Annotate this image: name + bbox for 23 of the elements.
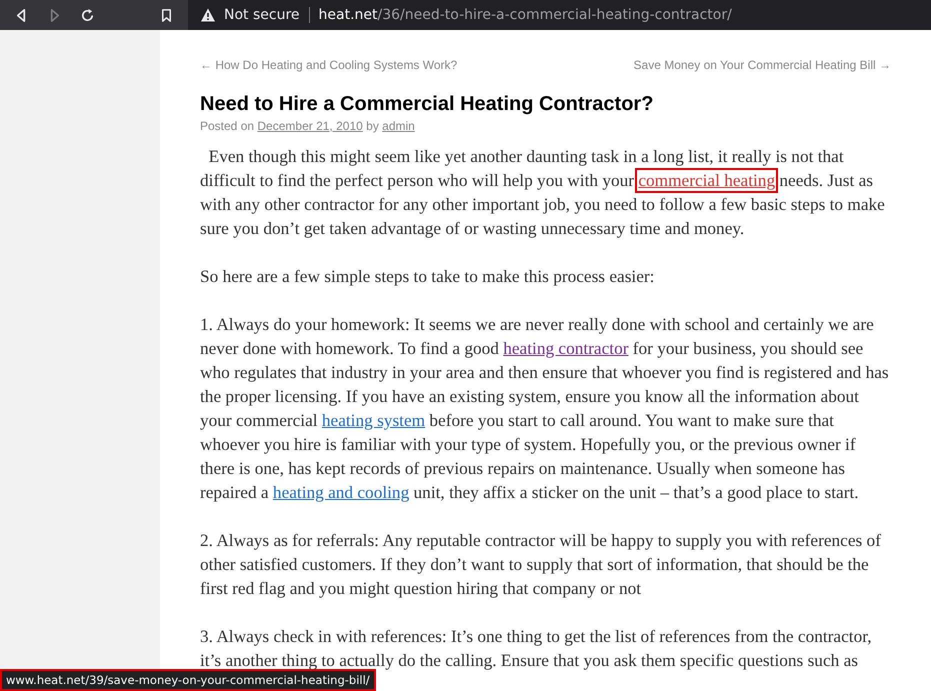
date-link[interactable]: December 21, 2010 xyxy=(257,119,363,133)
text-link[interactable]: heating contractor xyxy=(503,339,628,358)
posted-on-label: Posted on xyxy=(200,119,254,133)
warning-icon xyxy=(200,7,216,23)
by-label: by xyxy=(366,119,379,133)
bookmark-icon[interactable] xyxy=(159,8,174,22)
paragraph: So here are a few simple steps to take to make this process easier: xyxy=(200,266,656,288)
paragraph: 3. Always check in with references: It’s one thing to get the list of references from the contractor, it’s another thing to actually do the calling. Ensure that you ask them specific questions such as xyxy=(200,626,873,672)
next-post-link[interactable]: Save Money on Your Commercial Heating Bill → xyxy=(634,58,891,72)
text-link[interactable]: commercial heating xyxy=(638,171,776,190)
status-url: www.heat.net/39/save-money-on-your-commercial-heating-bill/ xyxy=(2,671,374,689)
address-bar[interactable]: Not secure heat.net/36/need-to-hire-a-commercial-heating-contractor/ xyxy=(188,0,931,30)
paragraph: Even though this might seem like yet another daunting task in a long list, it really is not that difficult to find the perfect person who will help you with your commercial heating needs. Just as with any other contractor for any other important job, you need to follow a few basic steps to make sure you don’t get taken advantage of or wasting unnecessary time and money. xyxy=(200,146,886,240)
previous-post-link[interactable]: ← How Do Heating and Cooling Systems Work? xyxy=(200,58,458,72)
paragraph: 1. Always do your homework: It seems we are never really done with school and certainly we are never done with homework. To find a good heating contractor for your business, you should see who regulates that industry in your area and then ensure that whoever you find is registered and has the proper licensing. If you have an existing system, ensure you know all the information about your commercial heating system before you start to call around. You want to make sure that whoever you hire is familiar with your type of system. Hopefully you, or the previous owner if there is one, has kept records of previous repairs on maintenance. Usually when someone has repaired a heating and cooling unit, they affix a sticker on the unit – that’s a good place to start. xyxy=(200,314,890,504)
text-link[interactable]: heating and cooling xyxy=(272,483,410,502)
post-title: Need to Hire a Commercial Heating Contractor? xyxy=(200,92,654,117)
paragraph: 2. Always as for referrals: Any reputable contractor will be happy to supply you with references of other satisfied customers. If they don’t want to supply that sort of information, that should be the first red flag and you might question hiring that company or not xyxy=(200,530,882,600)
reload-icon[interactable] xyxy=(80,8,95,22)
author-link[interactable]: admin xyxy=(382,119,415,133)
text-link[interactable]: heating system xyxy=(322,411,426,430)
security-label: Not secure xyxy=(224,7,300,23)
url-text: heat.net/36/need-to-hire-a-commercial-heating-contractor/ xyxy=(318,7,732,23)
